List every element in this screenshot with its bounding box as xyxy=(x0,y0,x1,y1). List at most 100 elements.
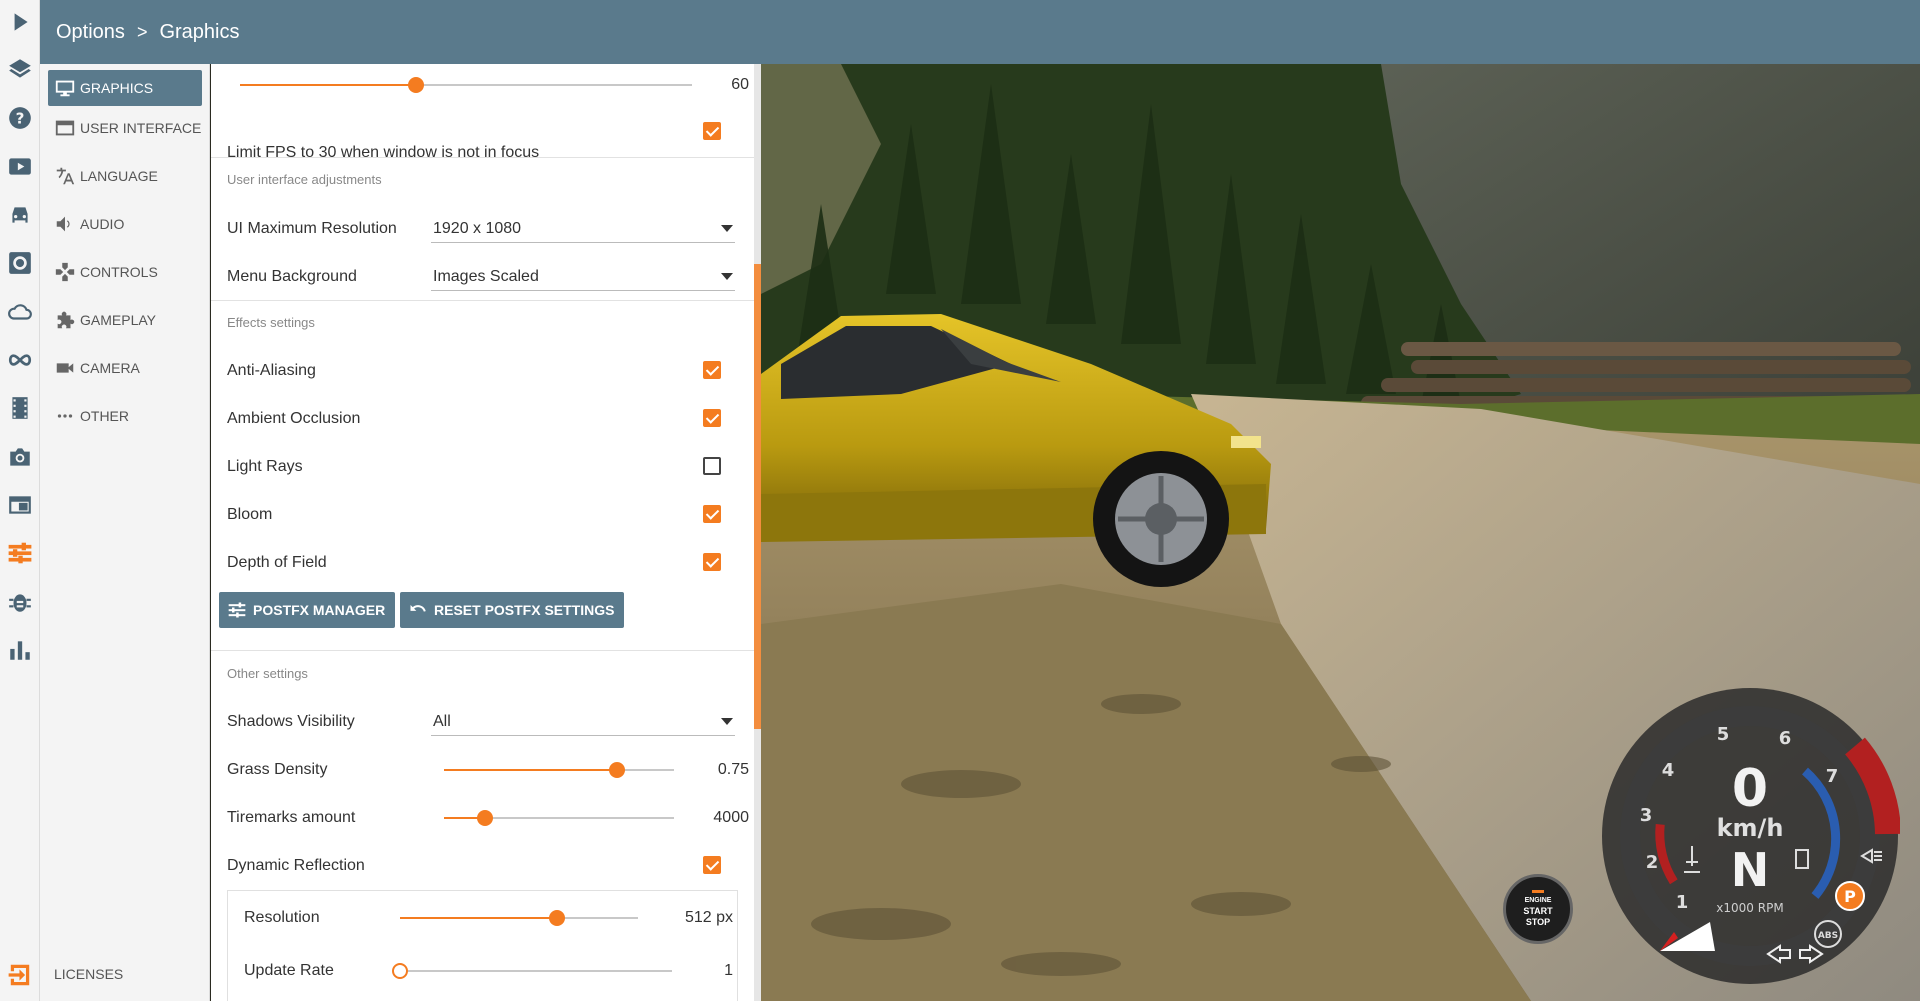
tachometer-gauge: 1 2 3 4 5 6 7 0 km/h N x1000 RPM P ABS xyxy=(1602,688,1900,984)
effect-row: Light Rays xyxy=(227,447,737,487)
nav-item-audio[interactable]: AUDIO xyxy=(48,206,202,242)
rpm-label: x1000 RPM xyxy=(1716,901,1783,915)
sliders-icon xyxy=(228,602,246,618)
help-icon[interactable]: ? xyxy=(0,98,40,138)
rpm-tick-label: 7 xyxy=(1826,766,1839,787)
speed-unit: km/h xyxy=(1717,814,1784,842)
licenses-link[interactable]: LICENSES xyxy=(54,966,123,982)
nav-item-other[interactable]: OTHER xyxy=(48,398,202,434)
shadows-label: Shadows Visibility xyxy=(227,713,355,730)
video-icon[interactable] xyxy=(0,146,40,186)
resolution-slider[interactable] xyxy=(400,908,638,928)
ui-max-res-select[interactable]: 1920 x 1080 xyxy=(431,215,735,243)
nav-item-user-interface[interactable]: USER INTERFACE xyxy=(48,110,202,146)
limit-fps-checkbox[interactable] xyxy=(703,122,721,140)
tiremarks-value: 4000 xyxy=(713,809,749,826)
chevron-down-icon xyxy=(721,273,733,280)
sliders-icon[interactable] xyxy=(0,533,40,573)
grass-density-slider[interactable] xyxy=(444,760,674,780)
nav-label: LANGUAGE xyxy=(80,168,158,184)
resolution-value: 512 px xyxy=(684,909,733,926)
svg-text:?: ? xyxy=(16,109,25,127)
nav-label: AUDIO xyxy=(80,216,125,232)
nav-label: OTHER xyxy=(80,408,129,424)
nav-label: GRAPHICS xyxy=(80,80,154,96)
nav-item-gameplay[interactable]: GAMEPLAY xyxy=(48,302,202,338)
nav-label: CAMERA xyxy=(80,360,140,376)
reset-postfx-button[interactable]: RESET POSTFX SETTINGS xyxy=(400,592,625,628)
window-icon xyxy=(55,120,75,136)
anti-aliasing-checkbox[interactable] xyxy=(703,361,721,379)
film-icon[interactable] xyxy=(0,388,40,428)
grass-label: Grass Density xyxy=(227,761,328,778)
divider xyxy=(211,650,754,651)
divider xyxy=(211,300,754,301)
update-rate-value: 1 xyxy=(724,962,733,979)
nav-item-camera[interactable]: CAMERA xyxy=(48,350,202,386)
bar-chart-icon[interactable] xyxy=(0,630,40,670)
menu-bg-label: Menu Background xyxy=(227,268,357,285)
menu-bg-select[interactable]: Images Scaled xyxy=(431,263,735,291)
layers-icon[interactable] xyxy=(0,49,40,89)
tiremarks-slider[interactable] xyxy=(444,808,674,828)
resolution-label: Resolution xyxy=(244,909,320,926)
bug-icon[interactable] xyxy=(0,582,40,622)
engine-status-light xyxy=(1532,890,1544,893)
select-value: 1920 x 1080 xyxy=(433,219,522,237)
engine-label-2: START xyxy=(1523,906,1553,916)
effects-section-title: Effects settings xyxy=(227,315,315,330)
translate-icon xyxy=(56,167,75,185)
rpm-tick-label: 5 xyxy=(1717,724,1730,745)
effect-row: Bloom xyxy=(227,495,737,535)
button-label: RESET POSTFX SETTINGS xyxy=(434,602,615,618)
puzzle-icon xyxy=(57,311,75,329)
shadows-select[interactable]: All xyxy=(431,708,735,736)
effect-row: Depth of Field xyxy=(227,543,737,583)
engine-start-stop-button[interactable]: ENGINE START STOP xyxy=(1503,874,1573,944)
category-nav: GRAPHICS USER INTERFACE LANGUAGE AUDIO C… xyxy=(40,64,210,1001)
car-icon[interactable] xyxy=(0,195,40,235)
scrollbar-thumb[interactable] xyxy=(754,264,761,729)
header-bar: Options > Graphics xyxy=(40,0,1920,64)
chevron-down-icon xyxy=(721,718,733,725)
limit-fps-label: Limit FPS to 30 when window is not in fo… xyxy=(227,144,540,161)
exit-icon[interactable] xyxy=(0,955,40,995)
icon-rail: ? xyxy=(0,0,40,1001)
breadcrumb-root[interactable]: Options xyxy=(56,21,125,44)
speed-value: 0 xyxy=(1732,759,1768,819)
browser-icon[interactable] xyxy=(0,485,40,525)
light-rays-checkbox[interactable] xyxy=(703,457,721,475)
breadcrumb-separator: > xyxy=(136,21,148,42)
settings-panel: 60 Limit FPS to 30 when window is not in… xyxy=(211,64,754,1001)
nav-item-graphics[interactable]: GRAPHICS xyxy=(48,70,202,106)
depth-of-field-checkbox[interactable] xyxy=(703,553,721,571)
camera-icon[interactable] xyxy=(0,437,40,477)
monitor-icon xyxy=(55,80,75,97)
cloud-icon[interactable] xyxy=(0,292,40,332)
button-label: POSTFX MANAGER xyxy=(253,602,386,618)
nav-item-language[interactable]: LANGUAGE xyxy=(48,158,202,194)
select-value: Images Scaled xyxy=(433,267,539,285)
dyn-reflection-label: Dynamic Reflection xyxy=(227,857,365,874)
nav-item-controls[interactable]: CONTROLS xyxy=(48,254,202,290)
dyn-reflection-row: Dynamic Reflection xyxy=(227,846,737,886)
postfx-manager-button[interactable]: POSTFX MANAGER xyxy=(219,592,396,628)
dyn-reflection-checkbox[interactable] xyxy=(703,856,721,874)
abs-indicator: ABS xyxy=(1818,931,1838,941)
gear-box-icon[interactable] xyxy=(0,243,40,283)
update-rate-slider[interactable] xyxy=(392,961,672,981)
bloom-checkbox[interactable] xyxy=(703,505,721,523)
play-icon[interactable] xyxy=(0,2,40,42)
infinity-icon[interactable] xyxy=(0,340,40,380)
nav-label: USER INTERFACE xyxy=(80,120,202,136)
select-value: All xyxy=(433,712,451,730)
rpm-tick-label: 4 xyxy=(1662,760,1675,781)
breadcrumb-current: Graphics xyxy=(159,20,240,43)
ambient-occlusion-checkbox[interactable] xyxy=(703,409,721,427)
effect-label: Ambient Occlusion xyxy=(227,410,361,427)
speaker-icon xyxy=(56,216,70,232)
chevron-down-icon xyxy=(721,225,733,232)
effect-row: Ambient Occlusion xyxy=(227,399,737,439)
engine-label-1: ENGINE xyxy=(1524,897,1552,904)
top-slider[interactable] xyxy=(240,75,692,95)
